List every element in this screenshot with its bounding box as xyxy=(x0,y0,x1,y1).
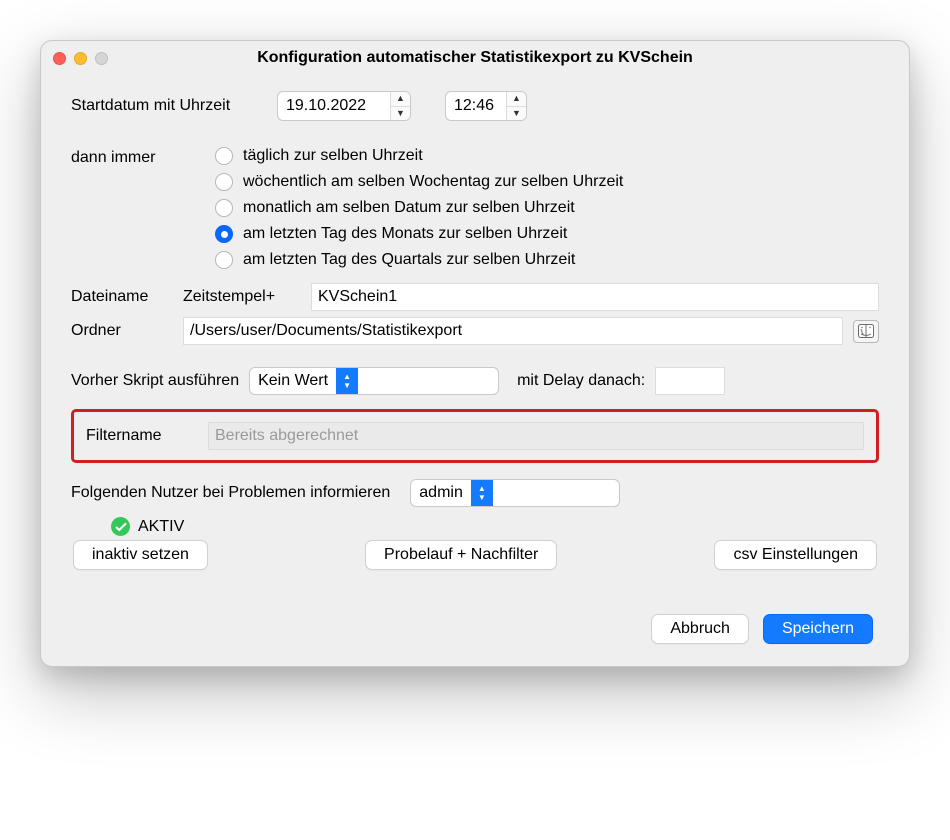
save-button[interactable]: Speichern xyxy=(763,614,873,644)
active-check-icon xyxy=(111,517,130,536)
date-stepper-arrows: ▲ ▼ xyxy=(390,92,410,120)
deactivate-button[interactable]: inaktiv setzen xyxy=(73,540,208,570)
filtername-input[interactable] xyxy=(208,422,864,450)
time-step-down[interactable]: ▼ xyxy=(507,107,526,121)
titlebar: Konfiguration automatischer Statistikexp… xyxy=(41,41,909,75)
inform-label: Folgenden Nutzer bei Problemen informier… xyxy=(71,484,390,502)
folder-label: Ordner xyxy=(71,322,171,340)
date-input[interactable] xyxy=(278,92,390,120)
browse-folder-button[interactable] xyxy=(853,320,879,343)
folder-row: Ordner xyxy=(71,317,879,345)
select-arrows-icon: ▲▼ xyxy=(471,480,493,506)
action-buttons-row: inaktiv setzen Probelauf + Nachfilter cs… xyxy=(71,540,879,570)
delay-input[interactable] xyxy=(655,367,725,395)
timestamp-prefix-label: Zeitstempel+ xyxy=(183,288,299,306)
date-stepper[interactable]: ▲ ▼ xyxy=(277,91,411,121)
status-text: AKTIV xyxy=(138,518,184,536)
folder-input[interactable] xyxy=(183,317,843,345)
inform-user-value: admin xyxy=(419,484,471,502)
recurrence-option-label: täglich zur selben Uhrzeit xyxy=(243,147,423,165)
recurrence-option[interactable]: am letzten Tag des Monats zur selben Uhr… xyxy=(215,225,623,243)
traffic-lights xyxy=(53,52,108,65)
startdate-label: Startdatum mit Uhrzeit xyxy=(71,97,267,115)
filename-label: Dateiname xyxy=(71,288,171,306)
status-row: AKTIV xyxy=(71,517,879,536)
radio-icon xyxy=(215,251,233,269)
filename-input[interactable] xyxy=(311,283,879,311)
maximize-window-icon xyxy=(95,52,108,65)
time-stepper-arrows: ▲ ▼ xyxy=(506,92,526,120)
footer-buttons: Abbruch Speichern xyxy=(71,614,879,644)
delay-label: mit Delay danach: xyxy=(517,372,645,390)
finder-icon xyxy=(858,324,874,338)
minimize-window-icon[interactable] xyxy=(74,52,87,65)
recurrence-block: dann immer täglich zur selben Uhrzeit wöc… xyxy=(71,147,879,269)
recurrence-option[interactable]: monatlich am selben Datum zur selben Uhr… xyxy=(215,199,623,217)
config-window: Konfiguration automatischer Statistikexp… xyxy=(40,40,910,667)
csv-settings-button[interactable]: csv Einstellungen xyxy=(714,540,877,570)
filename-row: Dateiname Zeitstempel+ xyxy=(71,283,879,311)
script-label: Vorher Skript ausführen xyxy=(71,372,239,390)
radio-icon xyxy=(215,225,233,243)
time-input[interactable] xyxy=(446,92,506,120)
time-stepper[interactable]: ▲ ▼ xyxy=(445,91,527,121)
close-window-icon[interactable] xyxy=(53,52,66,65)
select-arrows-icon: ▲▼ xyxy=(336,368,358,394)
startdate-row: Startdatum mit Uhrzeit ▲ ▼ ▲ ▼ xyxy=(71,91,879,121)
recurrence-option-label: wöchentlich am selben Wochentag zur selb… xyxy=(243,173,623,191)
recurrence-option-label: monatlich am selben Datum zur selben Uhr… xyxy=(243,199,575,217)
radio-icon xyxy=(215,199,233,217)
radio-icon xyxy=(215,147,233,165)
radio-icon xyxy=(215,173,233,191)
recurrence-label: dann immer xyxy=(71,147,215,269)
recurrence-options: täglich zur selben Uhrzeit wöchentlich am… xyxy=(215,147,623,269)
script-row: Vorher Skript ausführen Kein Wert ▲▼ mit… xyxy=(71,367,879,395)
window-title: Konfiguration automatischer Statistikexp… xyxy=(41,49,909,67)
cancel-button[interactable]: Abbruch xyxy=(651,614,749,644)
recurrence-option[interactable]: täglich zur selben Uhrzeit xyxy=(215,147,623,165)
recurrence-option[interactable]: wöchentlich am selben Wochentag zur selb… xyxy=(215,173,623,191)
script-select[interactable]: Kein Wert ▲▼ xyxy=(249,367,499,395)
filtername-label: Filtername xyxy=(86,427,190,445)
time-step-up[interactable]: ▲ xyxy=(507,92,526,107)
content: Startdatum mit Uhrzeit ▲ ▼ ▲ ▼ dann imme… xyxy=(41,75,909,666)
recurrence-option[interactable]: am letzten Tag des Quartals zur selben U… xyxy=(215,251,623,269)
testrun-button[interactable]: Probelauf + Nachfilter xyxy=(365,540,557,570)
filter-row-highlight: Filtername xyxy=(71,409,879,463)
inform-user-select[interactable]: admin ▲▼ xyxy=(410,479,620,507)
inform-row: Folgenden Nutzer bei Problemen informier… xyxy=(71,479,879,507)
recurrence-option-label: am letzten Tag des Quartals zur selben U… xyxy=(243,251,575,269)
date-step-up[interactable]: ▲ xyxy=(391,92,410,107)
recurrence-option-label: am letzten Tag des Monats zur selben Uhr… xyxy=(243,225,567,243)
date-step-down[interactable]: ▼ xyxy=(391,107,410,121)
script-select-value: Kein Wert xyxy=(258,372,336,390)
